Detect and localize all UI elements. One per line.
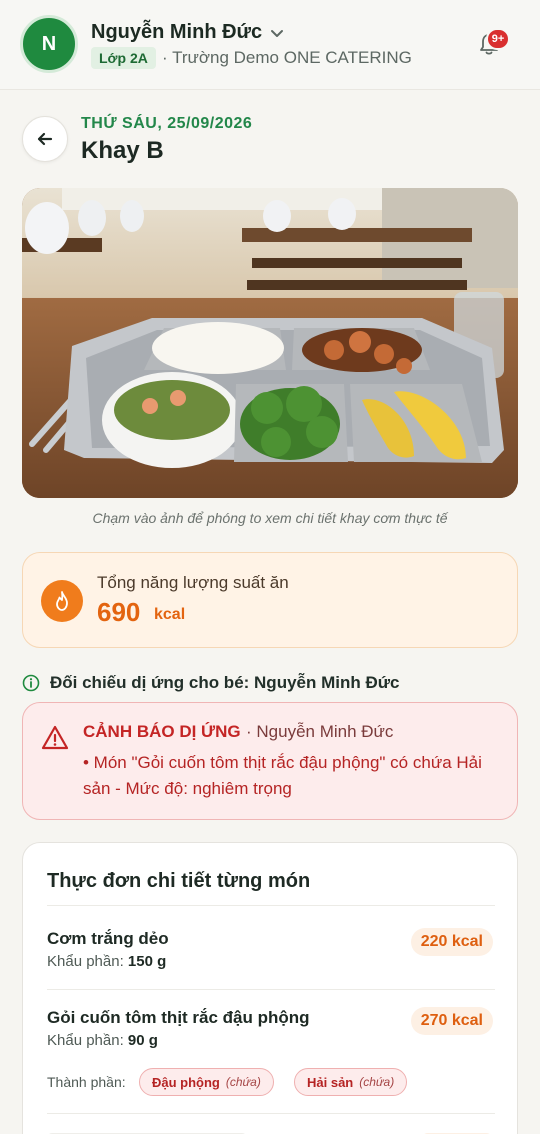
flame-icon: [41, 580, 83, 622]
photo-caption: Chạm vào ảnh để phóng to xem chi tiết kh…: [92, 510, 448, 526]
menu-date: THỨ SÁU, 25/09/2026: [81, 115, 253, 132]
energy-unit: kcal: [154, 606, 186, 623]
back-button[interactable]: [22, 116, 68, 162]
ingredients-label: Thành phần:: [47, 1074, 126, 1090]
chevron-down-icon[interactable]: [268, 24, 286, 42]
allergy-warning-child: · Nguyễn Minh Đức: [246, 722, 394, 741]
portion-label: Khẩu phần:: [47, 1032, 124, 1049]
allergy-check-heading: Đối chiếu dị ứng cho bé: Nguyễn Minh Đức: [50, 673, 400, 692]
menu-detail-title: Thực đơn chi tiết từng món: [47, 870, 311, 892]
allergy-warning-title: CẢNH BÁO DỊ ỨNG: [83, 722, 241, 741]
dish-name[interactable]: Gỏi cuốn tôm thịt rắc đậu phộng: [47, 1008, 310, 1028]
ingredient-chip[interactable]: Hải sản (chứa): [294, 1068, 408, 1096]
top-bar: N Nguyễn Minh Đức Lớp 2A · Trường Demo O…: [0, 0, 540, 90]
warning-icon: [41, 725, 69, 750]
portion-value: 90 g: [127, 1032, 158, 1049]
dish-portion: Khẩu phần: 150 g: [47, 953, 166, 970]
dish-kcal-badge: 220 kcal: [410, 928, 493, 956]
class-badge: Lớp 2A: [91, 47, 156, 69]
notification-badge[interactable]: 9+: [486, 28, 510, 50]
ingredient-name: Hải sản: [307, 1074, 354, 1090]
page-title: Khay B: [81, 137, 164, 164]
ingredient-chip[interactable]: Đậu phộng (chứa): [139, 1068, 274, 1096]
menu-detail-card: Thực đơn chi tiết từng món Cơm trắng dẻo…: [22, 842, 518, 1134]
dish-name[interactable]: Cơm trắng dẻo: [47, 929, 169, 949]
tray-photo-illustration: [22, 188, 518, 498]
allergy-warning-text: • Món "Gỏi cuốn tôm thịt rắc đậu phộng" …: [83, 753, 482, 798]
arrow-left-icon: [37, 132, 53, 146]
user-name[interactable]: Nguyễn Minh Đức: [91, 21, 262, 44]
avatar[interactable]: N: [20, 15, 78, 73]
portion-label: Khẩu phần:: [47, 953, 124, 970]
energy-card: Tổng năng lượng suất ăn 690 kcal: [22, 552, 518, 648]
energy-value: 690: [97, 597, 141, 627]
energy-label: Tổng năng lượng suất ăn: [97, 573, 289, 592]
tray-photo[interactable]: [22, 188, 518, 498]
ingredient-note: (chứa): [359, 1075, 395, 1089]
portion-value: 150 g: [127, 953, 167, 970]
ingredient-note: (chứa): [225, 1075, 261, 1089]
dish-kcal-badge: 270 kcal: [410, 1007, 493, 1035]
dish-portion: Khẩu phần: 90 g: [47, 1032, 158, 1049]
divider: [47, 1113, 495, 1114]
divider: [47, 989, 495, 990]
allergy-warning-card: CẢNH BÁO DỊ ỨNG · Nguyễn Minh Đức • Món …: [22, 702, 518, 820]
school-name: · Trường Demo ONE CATERING: [162, 48, 412, 67]
info-icon: [22, 674, 40, 692]
ingredient-name: Đậu phộng: [152, 1074, 220, 1090]
divider: [47, 905, 495, 906]
